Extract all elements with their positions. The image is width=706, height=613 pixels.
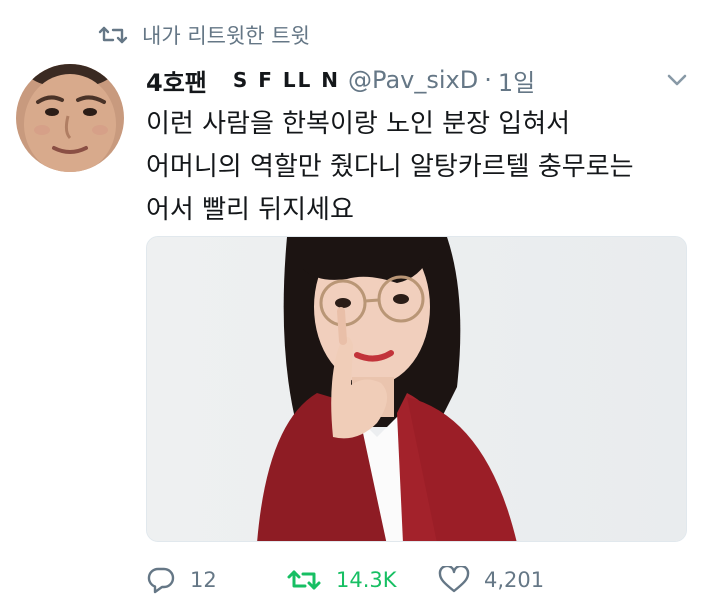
heart-icon (438, 566, 470, 593)
retweet-count: 14.3K (336, 568, 397, 592)
reply-icon (147, 567, 175, 594)
retweet-icon (287, 570, 321, 590)
tweet-text-line: 이런 사람을 한복이랑 노인 분장 입혀서 (146, 109, 571, 139)
tweet-media-image[interactable] (146, 236, 687, 542)
tweet-text-line: 어서 빨리 뒤지세요 (146, 195, 354, 225)
separator-dot: · (484, 66, 492, 94)
like-button[interactable]: 4,201 (438, 566, 544, 594)
retweet-context: 내가 리트윗한 트윗 (98, 18, 310, 52)
chevron-down-icon[interactable] (662, 68, 692, 92)
tweet-timestamp[interactable]: 1일 (498, 63, 535, 98)
tweet-actions: 12 14.3K 4,201 (146, 560, 544, 600)
photo-image (147, 237, 686, 541)
avatar[interactable] (16, 64, 124, 172)
tweet-header: 4호팬 S F LL N @Pav_sixD · 1일 (146, 60, 686, 100)
retweet-button[interactable]: 14.3K (286, 567, 438, 593)
reply-count: 12 (190, 568, 217, 592)
user-handle[interactable]: @Pav_sixD (348, 66, 478, 94)
like-count: 4,201 (484, 568, 545, 592)
tweet-text-line: 어머니의 역할만 줬다니 알탕카르텔 충무로는 (146, 152, 634, 182)
retweet-icon (98, 26, 128, 44)
retweet-context-label: 내가 리트윗한 트윗 (142, 24, 310, 48)
reply-button[interactable]: 12 (146, 566, 286, 594)
tweet-text: 이런 사람을 한복이랑 노인 분장 입혀서 어머니의 역할만 줬다니 알탕카르텔… (146, 103, 696, 232)
avatar-image (16, 64, 124, 172)
display-name-decoration: S F LL N (232, 68, 341, 92)
display-name[interactable]: 4호팬 (146, 63, 207, 98)
